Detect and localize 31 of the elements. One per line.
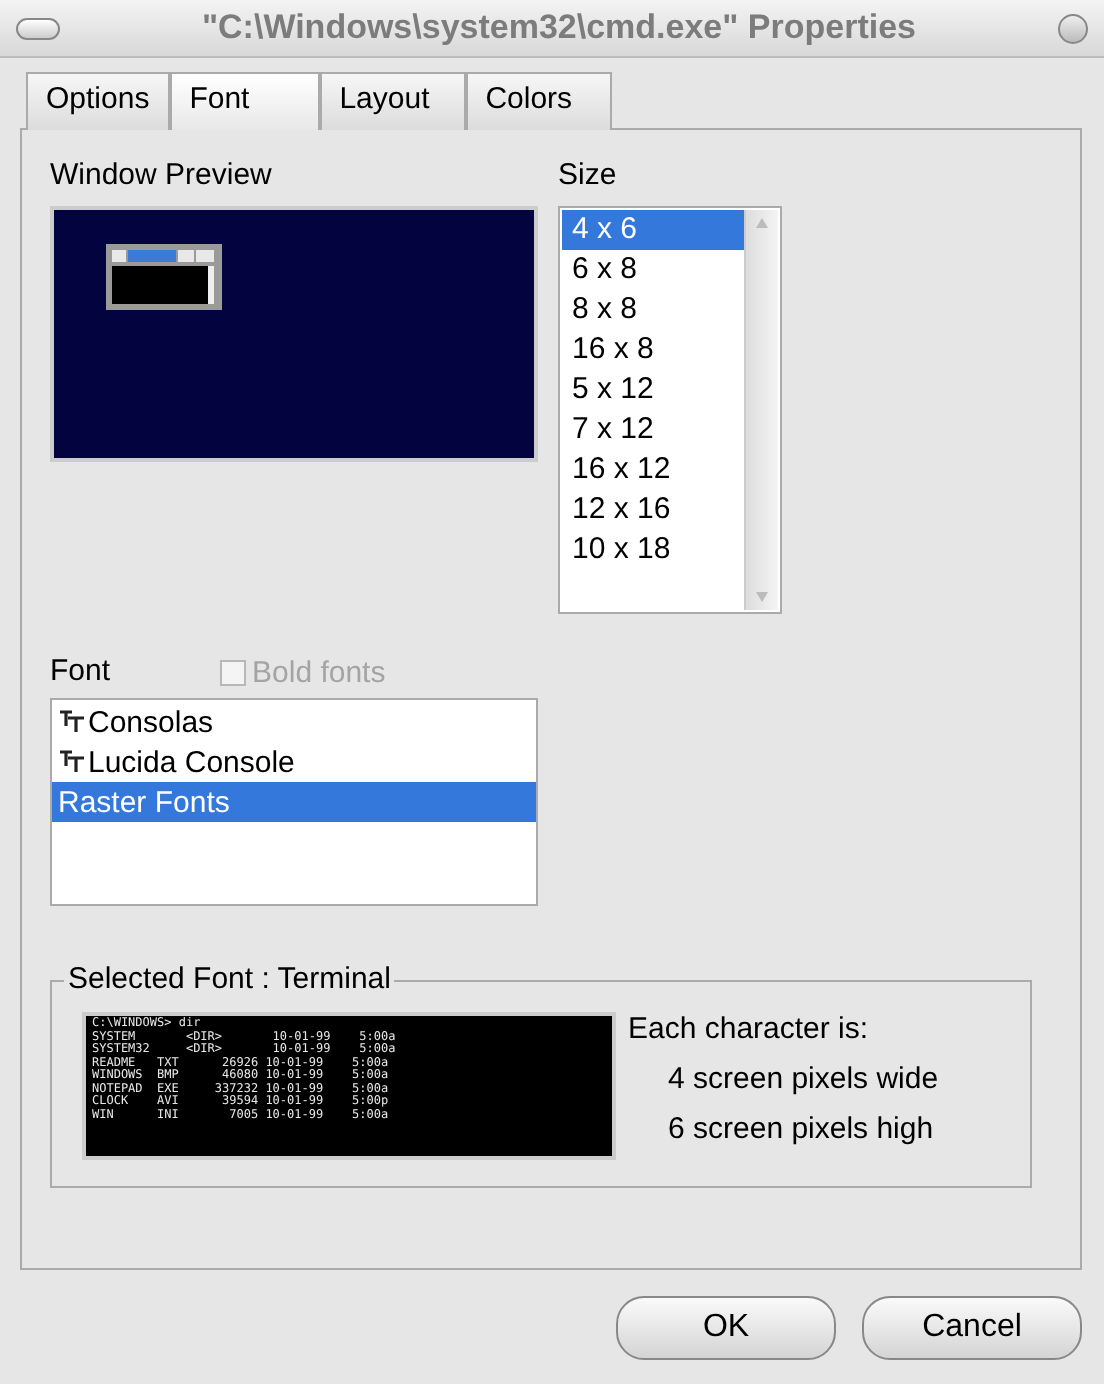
scrollbar[interactable] (744, 210, 778, 610)
size-item[interactable]: 6 x 8 (562, 250, 744, 290)
section-label: Font (50, 654, 111, 690)
window-title: "C:\Windows\system32\cmd.exe" Properties (201, 8, 917, 48)
size-item[interactable]: 10 x 18 (562, 530, 744, 570)
font-item[interactable]: Consolas (52, 702, 536, 742)
size-item[interactable]: 7 x 12 (562, 410, 744, 450)
dialog-button[interactable]: OK (616, 1296, 836, 1360)
dialog-button[interactable]: Cancel (862, 1296, 1082, 1360)
size-item[interactable]: 16 x 12 (562, 450, 744, 490)
tab[interactable]: Colors (465, 72, 612, 130)
size-item[interactable]: 4 x 6 (562, 210, 744, 250)
info-text: 4 screen pixels wide (666, 1062, 939, 1100)
info-text: Each character is: (628, 1012, 871, 1050)
truetype-icon (58, 750, 86, 774)
font-item[interactable]: Lucida Console (52, 742, 536, 782)
section-label: Window Preview (50, 158, 274, 194)
tab[interactable]: Layout (319, 72, 466, 130)
window-button-icon[interactable] (1057, 13, 1088, 43)
size-item[interactable]: 8 x 8 (562, 290, 744, 330)
size-item[interactable]: 12 x 16 (562, 490, 744, 530)
mini-window-icon (106, 244, 222, 310)
section-label: Size (558, 158, 619, 194)
size-item[interactable]: 16 x 8 (562, 330, 744, 370)
info-text: 6 screen pixels high (666, 1112, 936, 1150)
tab[interactable]: Options (26, 72, 170, 130)
toolbar-toggle-icon[interactable] (16, 17, 60, 39)
font-item[interactable]: Raster Fonts (52, 782, 536, 822)
truetype-icon (58, 710, 86, 734)
tab[interactable]: Font (169, 72, 320, 130)
size-item[interactable]: 5 x 12 (562, 370, 744, 410)
